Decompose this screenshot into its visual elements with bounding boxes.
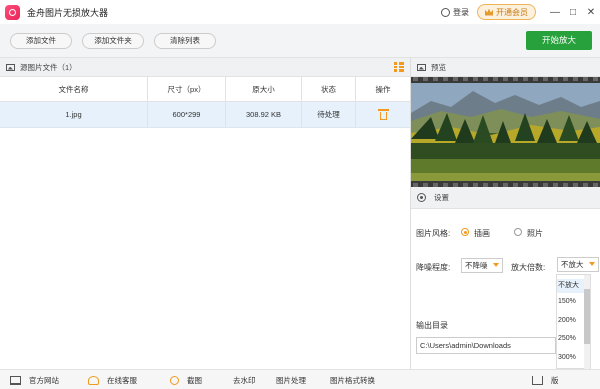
- scale-select[interactable]: 不放大: [557, 257, 599, 272]
- official-site-link[interactable]: 官方网站: [10, 370, 59, 389]
- scale-label: 放大倍数:: [511, 263, 546, 272]
- add-folder-button[interactable]: 添加文件夹: [82, 33, 144, 49]
- title-bar-controls: 登录 开通会员 — □ ✕: [441, 0, 600, 24]
- table-header: 文件名称 尺寸（px） 原大小 状态 操作: [0, 77, 410, 102]
- headset-icon: [88, 375, 99, 385]
- vip-label: 开通会员: [496, 7, 528, 17]
- file-dimensions: 600*299: [148, 102, 226, 127]
- output-path-field[interactable]: C:\Users\admin\Downloads: [416, 337, 556, 354]
- crown-icon: [485, 8, 493, 16]
- output-label: 输出目录: [416, 321, 448, 330]
- preview-image-icon: [417, 63, 426, 71]
- scale-option[interactable]: 250%: [557, 335, 586, 342]
- column-header-status: 状态: [302, 77, 356, 101]
- file-size: 308.92 KB: [226, 102, 302, 127]
- format-convert-link[interactable]: 图片格式转换: [330, 370, 375, 389]
- login-label: 登录: [453, 7, 469, 17]
- scale-option[interactable]: 200%: [557, 317, 586, 324]
- start-button[interactable]: 开始放大: [526, 31, 592, 50]
- screenshot-label: 截图: [187, 375, 202, 385]
- style-label: 图片风格:: [416, 229, 451, 238]
- chevron-down-icon: [493, 263, 499, 267]
- settings-title: 设置: [434, 193, 449, 202]
- denoise-value: 不降噪: [465, 261, 488, 270]
- style-illustration-label: 插画: [474, 229, 490, 238]
- version-link[interactable]: 版: [532, 370, 559, 389]
- clear-list-button[interactable]: 清除列表: [154, 33, 216, 49]
- scale-dropdown: 不放大 150% 200% 250% 300%: [556, 274, 591, 370]
- close-button[interactable]: ✕: [582, 7, 600, 18]
- style-photo-label: 照片: [527, 229, 543, 238]
- column-header-size: 尺寸（px）: [148, 77, 226, 101]
- scissors-icon: [170, 375, 179, 385]
- delete-icon[interactable]: [377, 109, 389, 120]
- scale-option[interactable]: 300%: [557, 354, 586, 361]
- table-row[interactable]: 1.jpg 600*299 308.92 KB 待处理: [0, 102, 410, 128]
- monitor-icon: [10, 375, 21, 385]
- scale-option[interactable]: 不放大: [557, 279, 586, 293]
- online-service-link[interactable]: 在线客服: [88, 370, 137, 389]
- download-icon: [532, 375, 543, 385]
- vip-button[interactable]: 开通会员: [477, 4, 536, 20]
- user-icon: [441, 7, 450, 17]
- file-list-header: 源图片文件（1）: [0, 58, 410, 77]
- image-processing-link[interactable]: 图片处理: [276, 370, 306, 389]
- add-file-button[interactable]: 添加文件: [10, 33, 72, 49]
- settings-header: 设置: [411, 187, 600, 209]
- screenshot-link[interactable]: 截图: [170, 370, 202, 389]
- title-bar: 金舟图片无损放大器 登录 开通会员 — □ ✕: [0, 0, 600, 24]
- denoise-label: 降噪程度:: [416, 263, 451, 272]
- gear-icon: [417, 193, 426, 202]
- maximize-button[interactable]: □: [564, 7, 582, 18]
- dropdown-scrollbar[interactable]: [584, 275, 590, 370]
- denoise-select[interactable]: 不降噪: [461, 258, 503, 273]
- column-header-action: 操作: [375, 84, 391, 94]
- version-label: 版: [551, 375, 559, 385]
- preview-image: [411, 77, 600, 187]
- scrollbar-thumb[interactable]: [584, 289, 590, 344]
- login-button[interactable]: 登录: [441, 7, 469, 18]
- scale-value: 不放大: [561, 260, 584, 269]
- file-name: 1.jpg: [0, 102, 148, 127]
- preview-header: 预览: [411, 58, 600, 77]
- online-service-label: 在线客服: [107, 375, 137, 385]
- column-header-name: 文件名称: [0, 77, 148, 101]
- file-status: 待处理: [302, 102, 356, 127]
- toolbar: 添加文件 添加文件夹 清除列表 开始放大: [0, 24, 600, 58]
- app-title: 金舟图片无损放大器: [27, 7, 109, 18]
- minimize-button[interactable]: —: [546, 7, 564, 18]
- column-header-file-size: 原大小: [226, 77, 302, 101]
- landscape-preview: [411, 77, 600, 187]
- remove-watermark-link[interactable]: 去水印: [233, 370, 256, 389]
- chevron-down-icon: [589, 262, 595, 266]
- action-cell: [356, 102, 410, 127]
- file-list-title: 源图片文件（1）: [20, 62, 77, 72]
- bottom-bar: 官方网站 在线客服 截图 去水印 图片处理 图片格式转换 版: [0, 369, 600, 389]
- app-logo-icon: [5, 4, 20, 20]
- preview-title: 预览: [431, 62, 446, 72]
- view-toggle-icon[interactable]: [394, 62, 404, 72]
- scale-option[interactable]: 150%: [557, 298, 586, 305]
- image-icon: [6, 63, 15, 71]
- style-illustration-radio[interactable]: [461, 228, 469, 236]
- official-site-label: 官方网站: [29, 375, 59, 385]
- style-photo-radio[interactable]: [514, 228, 522, 236]
